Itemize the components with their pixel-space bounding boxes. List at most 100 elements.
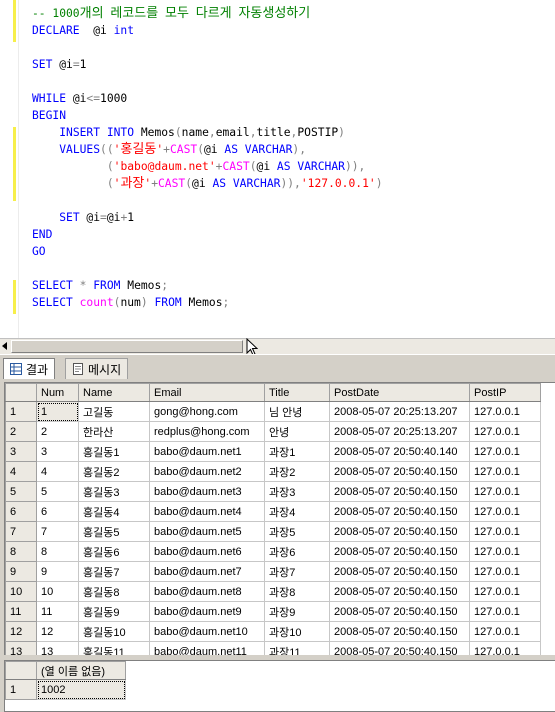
table-cell[interactable]: 8 [36,541,79,562]
code-text[interactable]: -- 1000개의 레코드를 모두 다르게 자동생성하기 DECLARE @i … [32,5,383,311]
table-cell[interactable]: 홍길동9 [78,601,150,622]
column-header[interactable]: PostIP [469,383,541,402]
column-header[interactable]: Name [78,383,150,402]
tab-messages[interactable]: 메시지 [65,358,129,379]
table-cell[interactable]: 5 [36,481,79,502]
table-cell[interactable]: 2008-05-07 20:50:40.150 [329,501,470,522]
table-cell[interactable]: 홍길동1 [78,441,150,462]
table-cell[interactable]: 2 [36,421,79,442]
scrollbar-thumb[interactable] [11,340,243,353]
table-row[interactable]: 3 3 홍길동1 babo@daum.net1 과장1 2008-05-07 20:50:… [5,441,541,462]
table-cell[interactable]: 127.0.0.1 [469,501,541,522]
table-cell[interactable]: 2008-05-07 20:50:40.150 [329,601,470,622]
table-cell[interactable]: 2008-05-07 20:50:40.140 [329,441,470,462]
sql-editor[interactable]: -- 1000개의 레코드를 모두 다르게 자동생성하기 DECLARE @i … [0,0,555,338]
results-grid[interactable]: Num Name Email Title PostDate PostIP 1 1 고길동 gon… [4,382,555,656]
table-cell[interactable]: 2008-05-07 20:50:40.150 [329,641,470,655]
table-cell[interactable]: 홍길동6 [78,541,150,562]
row-header[interactable]: 6 [5,501,37,522]
table-cell[interactable]: 12 [36,621,79,642]
table-cell[interactable]: babo@daum.net6 [149,541,265,562]
table-row[interactable]: 10 10 홍길동8 babo@daum.net8 과장8 2008-05-07 20:5… [5,581,541,602]
table-cell[interactable]: 과장1 [264,441,330,462]
table-cell[interactable]: 홍길동5 [78,521,150,542]
table-cell[interactable]: 127.0.0.1 [469,461,541,482]
table-cell[interactable]: 과장3 [264,481,330,502]
table-cell[interactable]: babo@daum.net11 [149,641,265,655]
table-cell[interactable]: 님 안녕 [264,401,330,422]
table-cell[interactable]: 127.0.0.1 [469,621,541,642]
row-header[interactable]: 4 [5,461,37,482]
table-cell[interactable]: 4 [36,461,79,482]
row-header[interactable]: 8 [5,541,37,562]
table-cell[interactable]: 과장4 [264,501,330,522]
table-cell[interactable]: 2008-05-07 20:25:13.207 [329,401,470,422]
row-header[interactable]: 9 [5,561,37,582]
table-cell[interactable]: 2008-05-07 20:50:40.150 [329,621,470,642]
table-cell[interactable]: 과장8 [264,581,330,602]
table-cell[interactable]: babo@daum.net4 [149,501,265,522]
row-header[interactable]: 2 [5,421,37,442]
table-cell[interactable]: 2008-05-07 20:25:13.207 [329,421,470,442]
horizontal-scrollbar[interactable] [0,338,555,354]
table-row[interactable]: 8 8 홍길동6 babo@daum.net6 과장6 2008-05-07 20:50:… [5,541,541,562]
table-row[interactable]: 12 12 홍길동10 babo@daum.net10 과장10 2008-05-07 2… [5,621,541,642]
table-row[interactable]: 7 7 홍길동5 babo@daum.net5 과장5 2008-05-07 20:50:… [5,521,541,542]
table-cell[interactable]: 홍길동3 [78,481,150,502]
table-cell[interactable]: 한라산 [78,421,150,442]
table-row[interactable]: 11 11 홍길동9 babo@daum.net9 과장9 2008-05-07 20:5… [5,601,541,622]
row-header[interactable]: 12 [5,621,37,642]
table-cell[interactable]: 과장2 [264,461,330,482]
row-header[interactable]: 1 [5,401,37,422]
table-cell[interactable]: 홍길동4 [78,501,150,522]
table-cell[interactable]: 2008-05-07 20:50:40.150 [329,541,470,562]
table-cell[interactable]: 127.0.0.1 [469,521,541,542]
column-header[interactable]: Num [36,383,79,402]
table-cell[interactable]: 127.0.0.1 [469,401,541,422]
table-cell[interactable]: 1 [36,401,79,422]
table-cell[interactable]: babo@daum.net10 [149,621,265,642]
table-cell[interactable]: 127.0.0.1 [469,561,541,582]
column-header[interactable]: Email [149,383,265,402]
table-cell[interactable]: gong@hong.com [149,401,265,422]
row-header[interactable]: 7 [5,521,37,542]
table-cell[interactable]: 고길동 [78,401,150,422]
table-cell[interactable]: 6 [36,501,79,522]
table-cell[interactable]: 안녕 [264,421,330,442]
table-cell[interactable]: 2008-05-07 20:50:40.150 [329,521,470,542]
table-row[interactable]: 4 4 홍길동2 babo@daum.net2 과장2 2008-05-07 20:50:… [5,461,541,482]
table-cell[interactable]: 2008-05-07 20:50:40.150 [329,561,470,582]
table-cell[interactable]: 7 [36,521,79,542]
table-cell[interactable]: 127.0.0.1 [469,421,541,442]
table-cell[interactable]: 3 [36,441,79,462]
table-cell[interactable]: 2008-05-07 20:50:40.150 [329,581,470,602]
table-cell[interactable]: 127.0.0.1 [469,581,541,602]
count-value-cell[interactable]: 1002 [36,679,126,700]
row-header[interactable]: 5 [5,481,37,502]
table-row[interactable]: 5 5 홍길동3 babo@daum.net3 과장3 2008-05-07 20:50:… [5,481,541,502]
table-cell[interactable]: 과장11 [264,641,330,655]
row-header[interactable]: 1 [5,679,37,700]
table-cell[interactable]: 2008-05-07 20:50:40.150 [329,461,470,482]
table-cell[interactable]: babo@daum.net2 [149,461,265,482]
table-cell[interactable]: babo@daum.net5 [149,521,265,542]
table-cell[interactable]: babo@daum.net8 [149,581,265,602]
table-cell[interactable]: 과장5 [264,521,330,542]
table-cell[interactable]: 홍길동7 [78,561,150,582]
table-cell[interactable]: 10 [36,581,79,602]
count-result-grid[interactable]: (열 이름 없음) 1 1002 [4,660,555,712]
table-cell[interactable]: babo@daum.net3 [149,481,265,502]
table-row[interactable]: 6 6 홍길동4 babo@daum.net4 과장4 2008-05-07 20:50:… [5,501,541,522]
table-cell[interactable]: 과장10 [264,621,330,642]
table-cell[interactable]: 2008-05-07 20:50:40.150 [329,481,470,502]
table-cell[interactable]: 과장9 [264,601,330,622]
row-header[interactable]: 3 [5,441,37,462]
table-cell[interactable]: 127.0.0.1 [469,481,541,502]
table-cell[interactable]: 13 [36,641,79,655]
table-cell[interactable]: 홍길동2 [78,461,150,482]
table-cell[interactable]: 홍길동10 [78,621,150,642]
scroll-left-arrow-icon[interactable] [2,342,7,350]
table-row[interactable]: 2 2 한라산 redplus@hong.com 안녕 2008-05-07 20:25:… [5,421,541,442]
table-row[interactable]: 13 13 홍길동11 babo@daum.net11 과장11 2008-05-07 2… [5,641,541,655]
row-header[interactable]: 13 [5,641,37,655]
